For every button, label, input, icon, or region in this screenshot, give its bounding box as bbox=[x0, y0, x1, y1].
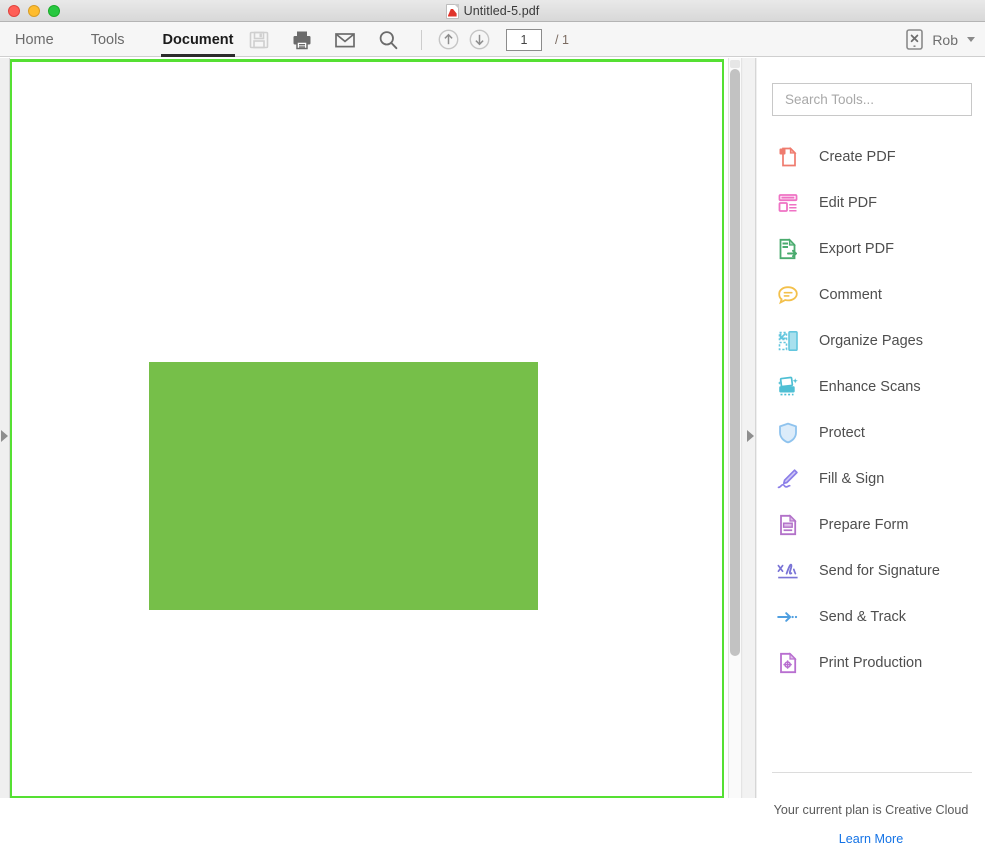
maximize-window-button[interactable] bbox=[48, 4, 60, 17]
fill-and-sign-icon bbox=[776, 467, 800, 491]
minimize-window-button[interactable] bbox=[28, 4, 40, 17]
tab-document[interactable]: Document bbox=[160, 22, 236, 57]
tool-label: Organize Pages bbox=[819, 333, 923, 349]
tab-tools[interactable]: Tools bbox=[89, 22, 127, 57]
edit-pdf-icon bbox=[776, 191, 800, 215]
window-controls[interactable] bbox=[8, 4, 60, 17]
tool-item-prepare-form[interactable]: Prepare Form bbox=[757, 502, 985, 548]
export-pdf-icon bbox=[776, 237, 800, 261]
tab-tools-label: Tools bbox=[90, 31, 125, 48]
search-tools-input[interactable] bbox=[772, 83, 972, 116]
tool-item-comment[interactable]: Comment bbox=[757, 272, 985, 318]
scrollbar-thumb[interactable] bbox=[730, 69, 740, 656]
main-toolbar: Home Tools Document 1 / 1 Rob bbox=[0, 22, 985, 57]
enhance-scans-icon bbox=[776, 375, 800, 399]
page-navigation: / 1 bbox=[438, 22, 569, 57]
expand-left-panel-icon[interactable] bbox=[1, 430, 8, 442]
tool-label: Fill & Sign bbox=[819, 471, 885, 487]
account-area[interactable]: Rob bbox=[906, 22, 975, 57]
left-panel-gutter[interactable] bbox=[0, 58, 10, 798]
tool-label: Comment bbox=[819, 287, 882, 303]
scrollbar-top-cap[interactable] bbox=[730, 60, 740, 68]
tool-label: Edit PDF bbox=[819, 195, 878, 211]
tool-item-send-and-track[interactable]: Send & Track bbox=[757, 594, 985, 640]
tool-item-fill-and-sign[interactable]: Fill & Sign bbox=[757, 456, 985, 502]
tool-label: Protect bbox=[819, 425, 865, 441]
tool-label: Prepare Form bbox=[819, 517, 909, 533]
arrow-down-circle-icon[interactable] bbox=[469, 29, 490, 50]
print-icon[interactable] bbox=[291, 29, 313, 51]
learn-more-link[interactable]: Learn More bbox=[757, 832, 985, 846]
toolbar-icon-group bbox=[248, 22, 399, 57]
tool-label: Export PDF bbox=[819, 241, 894, 257]
tool-label: Print Production bbox=[819, 655, 923, 671]
tools-panel: Create PDF Edit PDF bbox=[757, 58, 985, 846]
tool-label: Send & Track bbox=[819, 609, 907, 625]
tool-item-export-pdf[interactable]: Export PDF bbox=[757, 226, 985, 272]
tool-item-protect[interactable]: Protect bbox=[757, 410, 985, 456]
mobile-device-x-icon[interactable] bbox=[906, 29, 924, 50]
tool-item-create-pdf[interactable]: Create PDF bbox=[757, 134, 985, 180]
print-production-icon bbox=[776, 651, 800, 675]
organize-pages-icon bbox=[776, 329, 800, 353]
tool-item-enhance-scans[interactable]: Enhance Scans bbox=[757, 364, 985, 410]
email-icon[interactable] bbox=[334, 29, 356, 51]
tab-document-label: Document bbox=[162, 31, 234, 48]
comment-icon bbox=[776, 283, 800, 307]
workspace: Create PDF Edit PDF bbox=[0, 58, 985, 846]
send-for-signature-icon bbox=[776, 559, 800, 583]
pdf-file-icon bbox=[445, 3, 459, 19]
chevron-down-icon[interactable] bbox=[967, 37, 975, 42]
tool-label: Send for Signature bbox=[819, 563, 940, 579]
right-panel-gutter[interactable] bbox=[743, 58, 756, 798]
tool-item-send-for-signature[interactable]: Send for Signature bbox=[757, 548, 985, 594]
close-window-button[interactable] bbox=[8, 4, 20, 17]
tab-home[interactable]: Home bbox=[13, 22, 56, 57]
create-pdf-icon bbox=[776, 145, 800, 169]
tab-home-label: Home bbox=[15, 31, 54, 48]
document-viewport[interactable] bbox=[10, 58, 728, 798]
pdf-page[interactable] bbox=[10, 59, 724, 798]
send-and-track-icon bbox=[776, 605, 800, 629]
protect-shield-icon bbox=[776, 421, 800, 445]
tools-list: Create PDF Edit PDF Export PDF Comment O… bbox=[757, 134, 985, 686]
tool-item-edit-pdf[interactable]: Edit PDF bbox=[757, 180, 985, 226]
collapse-right-panel-icon[interactable] bbox=[747, 430, 754, 442]
panel-divider bbox=[772, 772, 972, 773]
window-title-bar: Untitled-5.pdf bbox=[0, 0, 985, 22]
tool-label: Create PDF bbox=[819, 149, 896, 165]
page-number-input[interactable] bbox=[506, 28, 542, 51]
page-total-label: / 1 bbox=[555, 32, 569, 47]
nav-tabs: Home Tools Document bbox=[0, 22, 236, 57]
search-icon[interactable] bbox=[377, 29, 399, 51]
account-name[interactable]: Rob bbox=[932, 32, 958, 48]
save-icon[interactable] bbox=[248, 29, 270, 51]
arrow-up-circle-icon[interactable] bbox=[438, 29, 459, 50]
current-plan-text: Your current plan is Creative Cloud bbox=[773, 803, 969, 817]
toolbar-divider bbox=[421, 30, 422, 50]
tool-item-print-production[interactable]: Print Production bbox=[757, 640, 985, 686]
tool-label: Enhance Scans bbox=[819, 379, 921, 395]
tool-item-organize-pages[interactable]: Organize Pages bbox=[757, 318, 985, 364]
window-title-group: Untitled-5.pdf bbox=[0, 0, 985, 22]
window-title: Untitled-5.pdf bbox=[463, 4, 540, 18]
green-rectangle[interactable] bbox=[149, 362, 538, 610]
prepare-form-icon bbox=[776, 513, 800, 537]
